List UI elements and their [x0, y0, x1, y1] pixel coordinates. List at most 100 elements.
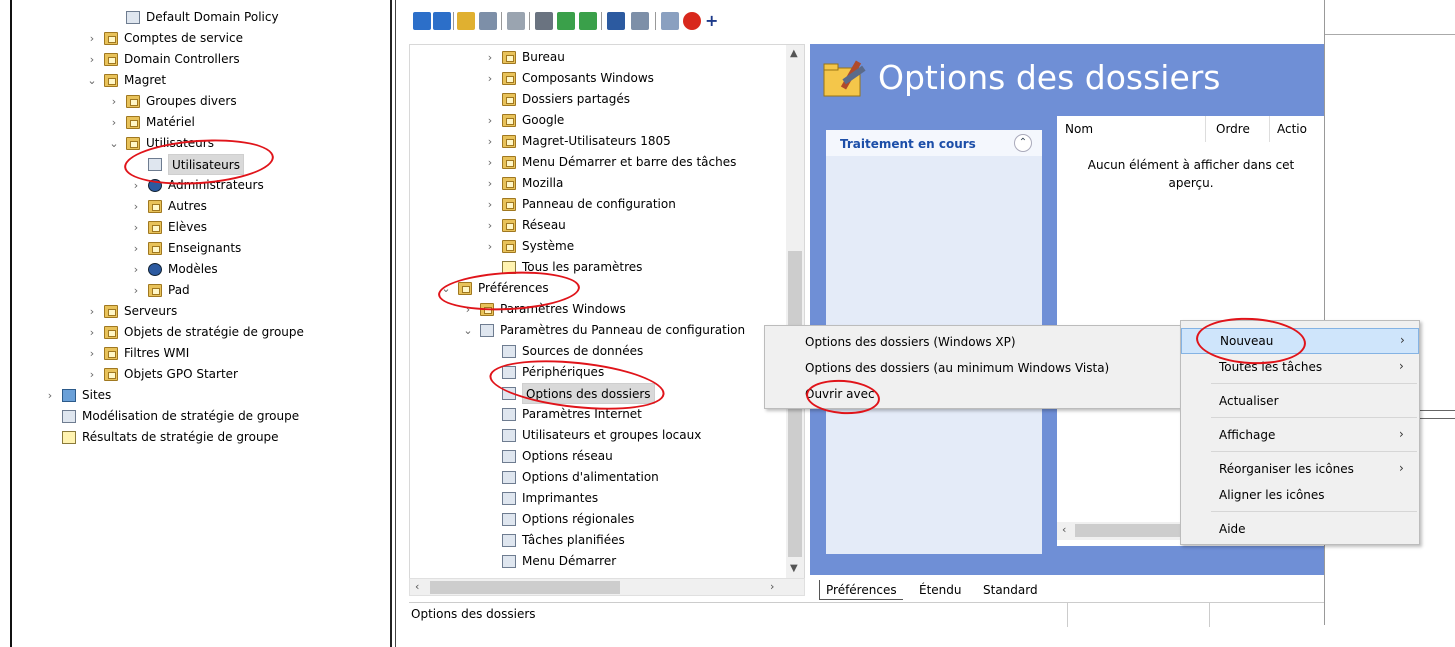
scroll-left-arrow-icon[interactable]: ‹ [1062, 523, 1066, 536]
tree-item[interactable]: Dossiers partagés [410, 89, 786, 110]
scroll-thumb[interactable] [430, 581, 620, 594]
collapse-chevron-icon[interactable]: ⌄ [462, 320, 474, 341]
expand-chevron-icon[interactable]: › [86, 343, 98, 364]
tree-item[interactable]: › Comptes de service [0, 28, 385, 49]
expand-chevron-icon[interactable]: › [86, 49, 98, 70]
tree-item[interactable]: Utilisateurs [0, 154, 385, 175]
delete-icon[interactable] [683, 12, 701, 30]
tree-item[interactable]: Options régionales [410, 509, 786, 530]
menu-item[interactable]: Affichage › [1181, 423, 1419, 449]
tree-item[interactable]: › Objets de stratégie de groupe [0, 322, 385, 343]
tree-item[interactable]: Utilisateurs et groupes locaux [410, 425, 786, 446]
tree-item[interactable]: › Paramètres Windows [410, 299, 786, 320]
menu-item[interactable]: Toutes les tâches › [1181, 355, 1419, 381]
tree-item[interactable]: Default Domain Policy [0, 7, 385, 28]
menu-item[interactable]: Aide [1181, 517, 1419, 543]
tree-item[interactable]: › Composants Windows [410, 68, 786, 89]
expand-chevron-icon[interactable]: › [108, 112, 120, 133]
scroll-up-arrow-icon[interactable]: ▲ [790, 48, 798, 59]
tab-extended[interactable]: Étendu [913, 580, 968, 600]
tree-item[interactable]: Options des dossiers [410, 383, 786, 404]
tree-item[interactable]: › Serveurs [0, 301, 385, 322]
expand-chevron-icon[interactable]: › [484, 152, 496, 173]
pane-divider[interactable] [385, 0, 409, 647]
tree-vertical-scrollbar[interactable]: ▲ ▼ [786, 45, 804, 579]
tree-item[interactable]: › Elèves [0, 217, 385, 238]
menu-item[interactable]: Actualiser [1181, 389, 1419, 415]
tree-item[interactable]: › Mozilla [410, 173, 786, 194]
expand-chevron-icon[interactable]: › [484, 215, 496, 236]
show-action-pane-icon[interactable] [631, 12, 649, 30]
tree-item[interactable]: Sources de données [410, 341, 786, 362]
expand-chevron-icon[interactable]: › [484, 194, 496, 215]
tree-item[interactable]: › Réseau [410, 215, 786, 236]
expand-chevron-icon[interactable]: › [484, 47, 496, 68]
collapse-chevron-icon[interactable]: ⌄ [86, 70, 98, 91]
back-arrow-icon[interactable] [413, 12, 431, 30]
tree-item[interactable]: Modélisation de stratégie de groupe [0, 406, 385, 427]
collapse-chevron-icon[interactable]: ⌄ [108, 133, 120, 154]
tree-item[interactable]: Options d'alimentation [410, 467, 786, 488]
tree-item[interactable]: Imprimantes [410, 488, 786, 509]
expand-chevron-icon[interactable]: › [130, 196, 142, 217]
column-header-action[interactable]: Actio [1277, 122, 1307, 136]
tree-item[interactable]: Menu Démarrer [410, 551, 786, 572]
tree-item[interactable]: › Système [410, 236, 786, 257]
tree-item[interactable]: › Enseignants [0, 238, 385, 259]
expand-chevron-icon[interactable]: › [44, 385, 56, 406]
menu-item-folder-options-xp[interactable]: Options des dossiers (Windows XP) [805, 330, 1016, 354]
add-icon[interactable]: + [705, 12, 723, 30]
tree-item[interactable]: Options réseau [410, 446, 786, 467]
expand-chevron-icon[interactable]: › [484, 110, 496, 131]
tree-item[interactable]: › Modèles [0, 259, 385, 280]
expand-chevron-icon[interactable]: › [484, 236, 496, 257]
forward-arrow-icon[interactable] [433, 12, 451, 30]
expand-chevron-icon[interactable]: › [86, 301, 98, 322]
tree-item[interactable]: ⌄ Magret [0, 70, 385, 91]
task-panel-header[interactable]: Traitement en cours ⌃ [826, 130, 1042, 156]
tree-item[interactable]: › Magret-Utilisateurs 1805 [410, 131, 786, 152]
tree-item[interactable]: › Pad [0, 280, 385, 301]
tree-item[interactable]: › Administrateurs [0, 175, 385, 196]
tab-standard[interactable]: Standard [977, 580, 1044, 600]
tree-item[interactable]: Tous les paramètres [410, 257, 786, 278]
tree-horizontal-scrollbar[interactable]: ‹ › [409, 578, 805, 596]
new-item-icon[interactable] [661, 12, 679, 30]
menu-item-open-with[interactable]: Ouvrir avec [805, 382, 875, 406]
menu-item[interactable]: Nouveau › [1181, 328, 1419, 354]
scroll-right-arrow-icon[interactable]: › [770, 580, 774, 593]
tree-item[interactable]: Paramètres Internet [410, 404, 786, 425]
tree-item[interactable]: › Bureau [410, 47, 786, 68]
tree-item[interactable]: › Autres [0, 196, 385, 217]
up-folder-icon[interactable] [457, 12, 475, 30]
expand-chevron-icon[interactable]: › [484, 131, 496, 152]
tree-item[interactable]: › Menu Démarrer et barre des tâches [410, 152, 786, 173]
expand-chevron-icon[interactable]: › [108, 91, 120, 112]
scroll-thumb[interactable] [1075, 524, 1185, 537]
tree-item[interactable]: Tâches planifiées [410, 530, 786, 551]
tree-item[interactable]: Périphériques [410, 362, 786, 383]
column-header-name[interactable]: Nom [1065, 122, 1093, 136]
tree-item[interactable]: Résultats de stratégie de groupe [0, 427, 385, 448]
tree-item[interactable]: › Panneau de configuration [410, 194, 786, 215]
collapse-chevron-icon[interactable]: ⌃ [1014, 134, 1032, 152]
tab-preferences[interactable]: Préférences [819, 580, 903, 600]
column-header-order[interactable]: Ordre [1216, 122, 1250, 136]
tree-item[interactable]: › Matériel [0, 112, 385, 133]
tree-item[interactable]: › Objets GPO Starter [0, 364, 385, 385]
tree-item[interactable]: ⌄ Paramètres du Panneau de configuration [410, 320, 786, 341]
expand-chevron-icon[interactable]: › [130, 175, 142, 196]
expand-chevron-icon[interactable]: › [86, 322, 98, 343]
menu-item-folder-options-vista[interactable]: Options des dossiers (au minimum Windows… [805, 356, 1109, 380]
expand-chevron-icon[interactable]: › [484, 68, 496, 89]
collapse-chevron-icon[interactable]: ⌄ [440, 278, 452, 299]
print-icon[interactable] [535, 12, 553, 30]
help-icon[interactable] [607, 12, 625, 30]
tree-item[interactable]: › Groupes divers [0, 91, 385, 112]
tree-item[interactable]: ⌄ Préférences [410, 278, 786, 299]
properties-icon[interactable] [507, 12, 525, 30]
menu-item[interactable]: Aligner les icônes [1181, 483, 1419, 509]
tree-item[interactable]: › Google [410, 110, 786, 131]
expand-chevron-icon[interactable]: › [462, 299, 474, 320]
refresh-icon[interactable] [557, 12, 575, 30]
